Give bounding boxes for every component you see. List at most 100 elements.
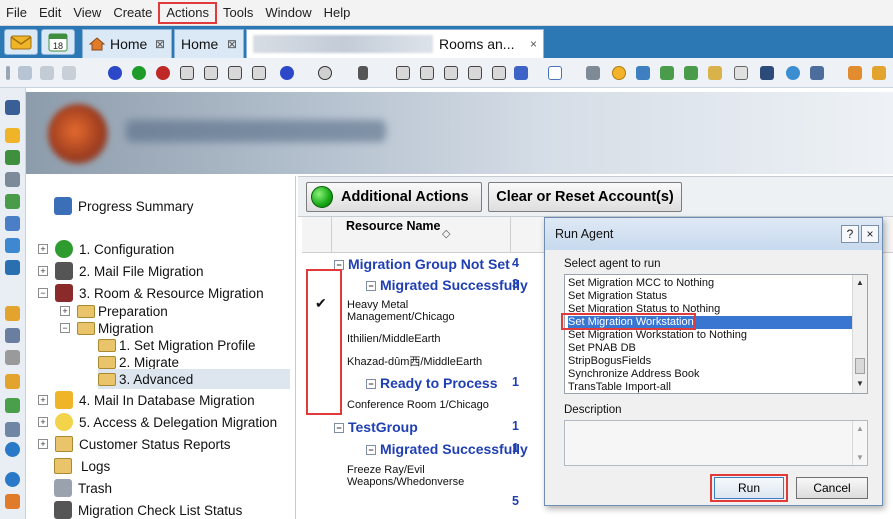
edit-icon[interactable] <box>40 66 54 80</box>
agent-list[interactable]: Set Migration MCC to Nothing Set Migrati… <box>564 274 868 394</box>
tab-rooms[interactable]: Rooms an... × <box>246 29 544 58</box>
scroll-thumb[interactable] <box>855 358 865 374</box>
collapse-icon[interactable]: − <box>366 281 376 292</box>
collapse-icon[interactable]: − <box>366 445 376 456</box>
folders-icon[interactable] <box>5 374 20 389</box>
blue-gem-icon[interactable] <box>280 66 294 80</box>
person-icon[interactable] <box>5 238 20 253</box>
list-item[interactable]: TransTable Import-all <box>568 381 854 393</box>
group-migrated-successfully-2[interactable]: − Migrated Successfully <box>366 441 528 457</box>
collapse-icon[interactable]: − <box>334 423 344 434</box>
move-icon[interactable] <box>684 66 698 80</box>
nav-customer-status-reports[interactable]: + Customer Status Reports <box>38 434 231 454</box>
mail-app-button[interactable] <box>4 29 38 55</box>
agent-icon[interactable] <box>228 66 242 80</box>
expand-icon[interactable]: + <box>60 306 70 316</box>
workspace-icon[interactable] <box>5 306 20 321</box>
collapse-icon[interactable]: − <box>60 323 70 333</box>
find-icon[interactable] <box>636 66 650 80</box>
resource-name-column-header[interactable]: Resource Name <box>346 219 441 233</box>
tasks-icon[interactable] <box>5 422 20 437</box>
description-scrollbar[interactable]: ▲ ▼ <box>852 421 867 465</box>
mail-icon[interactable] <box>5 128 20 143</box>
scroll-down-icon[interactable]: ▼ <box>856 379 864 388</box>
list-item[interactable]: Set PNAB DB <box>568 342 854 355</box>
settings-icon[interactable] <box>318 66 332 80</box>
copy-icon[interactable] <box>734 66 748 80</box>
agent-icon[interactable] <box>468 66 482 80</box>
menu-edit[interactable]: Edit <box>33 2 67 24</box>
table-row[interactable]: Conference Room 1/Chicago <box>347 399 489 411</box>
calendar-app-button[interactable]: 18 <box>41 29 75 55</box>
nav-mail-file-migration[interactable]: + 2. Mail File Migration <box>38 261 204 281</box>
close-button[interactable]: × <box>861 225 879 243</box>
nav-progress-summary[interactable]: Progress Summary <box>54 196 194 216</box>
folder-icon[interactable] <box>5 350 20 365</box>
nav-access-delegation-migration[interactable]: + 5. Access & Delegation Migration <box>38 412 277 432</box>
menu-file[interactable]: File <box>0 2 33 24</box>
layout-icon[interactable] <box>5 328 20 343</box>
info-icon[interactable] <box>5 472 20 487</box>
close-icon[interactable]: ⊠ <box>155 37 165 51</box>
blue-gem-icon[interactable] <box>108 66 122 80</box>
expand-icon[interactable]: + <box>38 439 48 449</box>
forward-icon[interactable] <box>660 66 674 80</box>
table-row[interactable]: Khazad-dûm西/MiddleEarth <box>347 353 482 369</box>
cancel-button[interactable]: Cancel <box>796 477 868 499</box>
menu-create[interactable]: Create <box>107 2 158 24</box>
menu-view[interactable]: View <box>67 2 107 24</box>
help-button[interactable]: ? <box>841 225 859 243</box>
agent-icon[interactable] <box>444 66 458 80</box>
scroll-up-icon[interactable]: ▲ <box>856 278 864 287</box>
bookmark-icon[interactable] <box>5 398 20 413</box>
sort-icon[interactable]: ◇ <box>442 227 450 240</box>
expand-icon[interactable]: + <box>38 266 48 276</box>
directory-icon[interactable] <box>514 66 528 80</box>
clear-reset-accounts-button[interactable]: Clear or Reset Account(s) <box>488 182 682 212</box>
nav-advanced[interactable]: 3. Advanced <box>98 369 290 389</box>
table-row[interactable]: Freeze Ray/Evil Weapons/Whedonverse <box>347 464 464 488</box>
selection-column-header[interactable] <box>302 217 332 253</box>
binoculars-icon[interactable] <box>5 100 20 115</box>
contacts-icon[interactable] <box>5 172 20 187</box>
todo-icon[interactable] <box>5 194 20 209</box>
binoculars-icon[interactable] <box>760 66 774 80</box>
form-icon[interactable] <box>18 66 32 80</box>
agent-icon[interactable] <box>420 66 434 80</box>
agent-icon[interactable] <box>180 66 194 80</box>
expand-icon[interactable]: + <box>38 395 48 405</box>
nav-migration-check-list-status[interactable]: Migration Check List Status <box>54 500 242 519</box>
nav-mail-in-db-migration[interactable]: + 4. Mail In Database Migration <box>38 390 255 410</box>
collapse-icon[interactable]: − <box>366 379 376 390</box>
house-icon[interactable] <box>5 494 20 509</box>
nav-room-resource-migration[interactable]: − 3. Room & Resource Migration <box>38 283 264 303</box>
nav-configuration[interactable]: + 1. Configuration <box>38 239 174 259</box>
new-document-icon[interactable] <box>548 66 562 80</box>
green-gem-icon[interactable] <box>132 66 146 80</box>
properties-icon[interactable] <box>810 66 824 80</box>
menu-window[interactable]: Window <box>259 2 317 24</box>
table-row[interactable]: Heavy Metal Management/Chicago <box>347 299 455 323</box>
calendar-icon[interactable] <box>5 150 20 165</box>
list-item[interactable]: Synchronize Address Book <box>568 368 854 381</box>
scroll-up-icon[interactable]: ▲ <box>856 424 864 433</box>
list-item[interactable]: StripBogusFields <box>568 355 854 368</box>
collapse-icon[interactable]: − <box>38 288 48 298</box>
comment-icon[interactable] <box>62 66 76 80</box>
group-testgroup[interactable]: − TestGroup <box>334 419 418 435</box>
highlight-icon[interactable] <box>708 66 722 80</box>
nav-trash[interactable]: Trash <box>54 478 112 498</box>
agent-icon[interactable] <box>204 66 218 80</box>
agent-icon[interactable] <box>252 66 266 80</box>
close-icon[interactable]: × <box>530 37 537 51</box>
replication-icon[interactable] <box>5 216 20 231</box>
server-icon[interactable] <box>358 66 368 80</box>
expand-icon[interactable]: + <box>38 244 48 254</box>
print-icon[interactable] <box>586 66 600 80</box>
list-item[interactable]: Set Migration MCC to Nothing <box>568 277 854 290</box>
group-migration-group-not-set[interactable]: − Migration Group Not Set <box>334 256 510 272</box>
close-icon[interactable]: ⊠ <box>227 37 237 51</box>
group-migrated-successfully[interactable]: − Migrated Successfully <box>366 277 528 293</box>
list-item[interactable]: Set Migration Status <box>568 290 854 303</box>
additional-actions-button[interactable]: Additional Actions <box>306 182 482 212</box>
